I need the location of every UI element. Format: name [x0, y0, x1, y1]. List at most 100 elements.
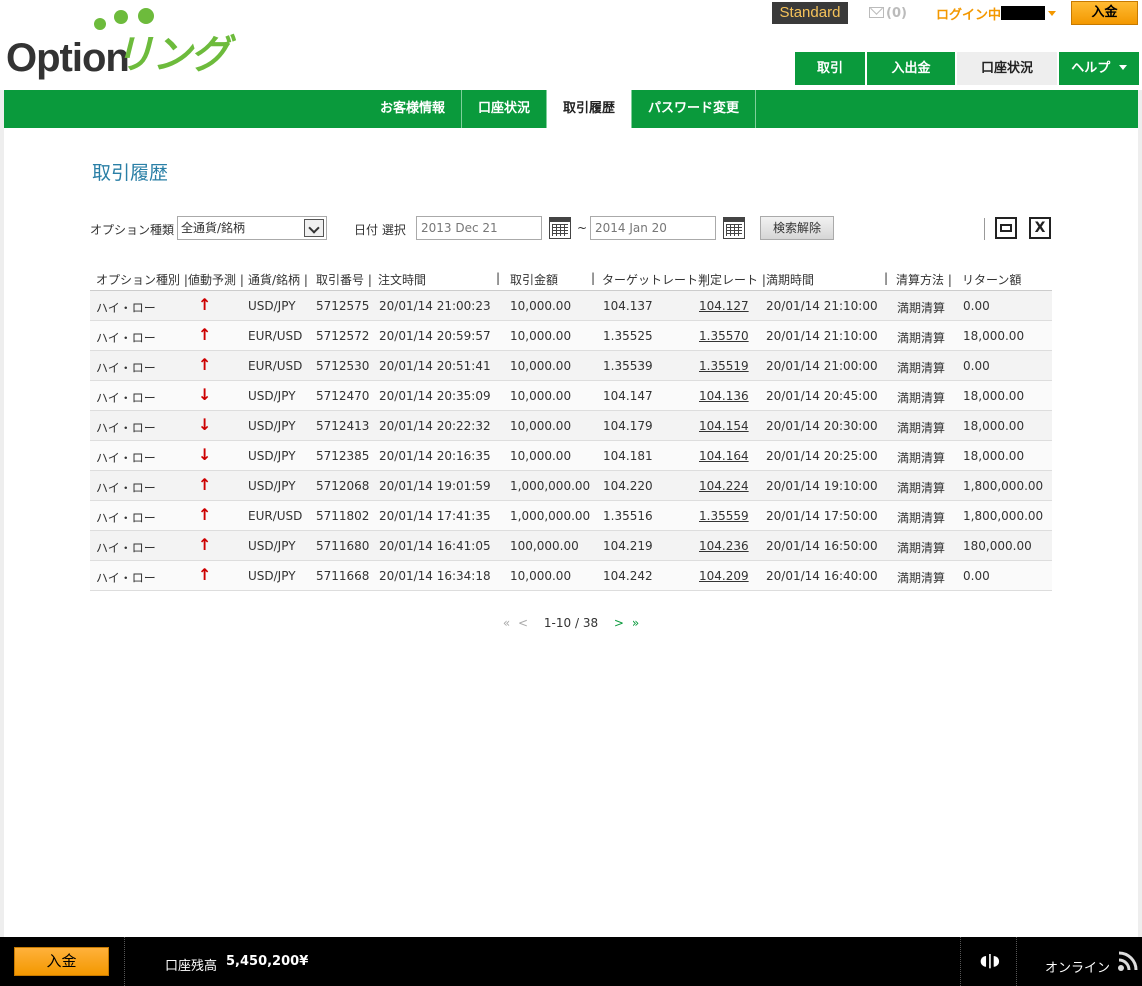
- table-row: ハイ・ロー ↓ USD/JPY 5712385 20/01/14 20:16:35 10,…: [90, 441, 1052, 471]
- table-row: ハイ・ロー ↓ USD/JPY 5712413 20/01/14 20:22:32 10,…: [90, 411, 1052, 441]
- prev-page-link[interactable]: <: [518, 616, 528, 630]
- cell-amount: 10,000.00: [510, 419, 572, 433]
- th-direction: 値動予測 |: [188, 273, 244, 287]
- date-from-input[interactable]: 2013 Dec 21: [416, 216, 542, 240]
- cell-judge-rate[interactable]: 1.35559: [699, 509, 749, 523]
- cell-trade-id: 5712385: [316, 449, 370, 463]
- table-row: ハイ・ロー ↓ USD/JPY 5712470 20/01/14 20:35:09 10,…: [90, 381, 1052, 411]
- arrow-up-icon: ↑: [198, 325, 212, 344]
- calendar-icon[interactable]: [723, 217, 745, 239]
- sound-icon[interactable]: ◖|◗: [980, 954, 1000, 968]
- login-username-redacted[interactable]: [1001, 6, 1045, 20]
- subnav-item-password-change[interactable]: パスワード変更: [632, 90, 757, 128]
- cell-amount: 10,000.00: [510, 359, 572, 373]
- cell-return: 0.00: [963, 359, 990, 373]
- cell-option-type: ハイ・ロー: [96, 571, 156, 585]
- cell-trade-id: 5712572: [316, 329, 370, 343]
- cell-target-rate: 1.35525: [603, 329, 653, 343]
- clear-search-button[interactable]: 検索解除: [760, 216, 834, 240]
- cell-settle-method: 満期清算: [897, 421, 946, 435]
- balance-label: 口座残高: [165, 959, 218, 974]
- deposit-button[interactable]: 入金: [1071, 1, 1138, 25]
- chevron-down-icon[interactable]: [1048, 11, 1056, 16]
- cell-judge-rate[interactable]: 104.136: [699, 389, 749, 403]
- cell-judge-rate[interactable]: 1.35519: [699, 359, 749, 373]
- print-icon[interactable]: [995, 217, 1017, 239]
- next-page-link[interactable]: >: [614, 616, 624, 630]
- table-row: ハイ・ロー ↑ USD/JPY 5711680 20/01/14 16:41:05 100…: [90, 531, 1052, 561]
- subnav: お客様情報 口座状況 取引履歴 パスワード変更: [4, 90, 1138, 128]
- cell-return: 1,800,000.00: [963, 509, 1044, 523]
- table-row: ハイ・ロー ↑ USD/JPY 5712575 20/01/14 21:00:23 10,…: [90, 291, 1052, 321]
- option-type-select[interactable]: 全通貨/銘柄: [177, 216, 327, 240]
- table-row: ハイ・ロー ↑ USD/JPY 5711668 20/01/14 16:34:18 10,…: [90, 561, 1052, 591]
- filter-bar: オプション種類 全通貨/銘柄 日付 選択 2013 Dec 21 ~ 2014 …: [90, 216, 1052, 242]
- calendar-icon[interactable]: [549, 217, 571, 239]
- trade-history-table: オプション種別 | 値動予測 | 通貨/銘柄 | 取引番号 | 注文時間 | 取…: [90, 266, 1052, 591]
- cell-expiry-time: 20/01/14 17:50:00: [766, 509, 878, 523]
- tab-deposit-withdraw[interactable]: 入出金: [867, 52, 955, 85]
- cell-judge-rate[interactable]: 104.154: [699, 419, 749, 433]
- cell-expiry-time: 20/01/14 16:50:00: [766, 539, 878, 553]
- last-page-link[interactable]: »: [632, 616, 639, 630]
- divider: [124, 937, 125, 986]
- cell-expiry-time: 20/01/14 20:25:00: [766, 449, 878, 463]
- first-page-link[interactable]: «: [503, 616, 510, 630]
- cell-amount: 10,000.00: [510, 299, 572, 313]
- th-trade-id: 取引番号 |: [316, 273, 372, 287]
- cell-order-time: 20/01/14 20:59:57: [379, 329, 491, 343]
- cell-return: 0.00: [963, 299, 990, 313]
- date-to-input[interactable]: 2014 Jan 20: [590, 216, 716, 240]
- cell-order-time: 20/01/14 19:01:59: [379, 479, 491, 493]
- arrow-down-icon: ↓: [198, 385, 212, 404]
- cell-amount: 10,000.00: [510, 569, 572, 583]
- mail-icon: [869, 7, 884, 18]
- cell-amount: 10,000.00: [510, 329, 572, 343]
- cell-order-time: 20/01/14 20:22:32: [379, 419, 491, 433]
- cell-option-type: ハイ・ロー: [96, 541, 156, 555]
- logo-dot: [94, 18, 106, 30]
- cell-settle-method: 満期清算: [897, 571, 946, 585]
- cell-target-rate: 104.137: [603, 299, 653, 313]
- cell-expiry-time: 20/01/14 20:45:00: [766, 389, 878, 403]
- cell-judge-rate[interactable]: 104.236: [699, 539, 749, 553]
- cell-trade-id: 5712068: [316, 479, 370, 493]
- cell-target-rate: 104.147: [603, 389, 653, 403]
- cell-return: 18,000.00: [963, 419, 1025, 433]
- pagination: « < 1-10 / 38 > »: [0, 616, 1142, 630]
- cell-judge-rate[interactable]: 104.209: [699, 569, 749, 583]
- printer-shape: [1000, 224, 1012, 232]
- cell-pair: EUR/USD: [248, 329, 303, 343]
- subnav-item-customer-info[interactable]: お客様情報: [364, 90, 463, 128]
- mail-link[interactable]: (0): [869, 6, 907, 21]
- cell-order-time: 20/01/14 20:16:35: [379, 449, 491, 463]
- cell-pair: EUR/USD: [248, 509, 303, 523]
- tab-trade[interactable]: 取引: [795, 52, 865, 85]
- chevron-down-icon[interactable]: [304, 219, 324, 237]
- tab-account-status[interactable]: 口座状況: [957, 52, 1057, 85]
- logo[interactable]: Option リング: [6, 8, 246, 80]
- subnav-item-account-status[interactable]: 口座状況: [462, 90, 548, 128]
- cell-target-rate: 104.181: [603, 449, 653, 463]
- th-option-type: オプション種別 |: [96, 273, 188, 287]
- cell-judge-rate[interactable]: 104.127: [699, 299, 749, 313]
- left-border: [0, 90, 4, 937]
- cell-option-type: ハイ・ロー: [96, 451, 156, 465]
- table-row: ハイ・ロー ↑ EUR/USD 5712530 20/01/14 20:51:41 10,…: [90, 351, 1052, 381]
- cell-expiry-time: 20/01/14 19:10:00: [766, 479, 878, 493]
- footer-deposit-button[interactable]: 入金: [14, 947, 109, 976]
- excel-export-icon[interactable]: X: [1029, 217, 1051, 239]
- th-target-rate: ターゲットレート |: [602, 273, 706, 287]
- subnav-item-trade-history[interactable]: 取引履歴: [547, 90, 633, 128]
- cell-option-type: ハイ・ロー: [96, 481, 156, 495]
- cell-settle-method: 満期清算: [897, 361, 946, 375]
- cell-option-type: ハイ・ロー: [96, 511, 156, 525]
- cell-target-rate: 104.220: [603, 479, 653, 493]
- cell-judge-rate[interactable]: 104.164: [699, 449, 749, 463]
- cell-expiry-time: 20/01/14 21:00:00: [766, 359, 878, 373]
- tab-help[interactable]: ヘルプ: [1059, 52, 1139, 85]
- cell-judge-rate[interactable]: 104.224: [699, 479, 749, 493]
- cell-judge-rate[interactable]: 1.35570: [699, 329, 749, 343]
- cell-amount: 10,000.00: [510, 389, 572, 403]
- mail-count: (0): [886, 6, 907, 21]
